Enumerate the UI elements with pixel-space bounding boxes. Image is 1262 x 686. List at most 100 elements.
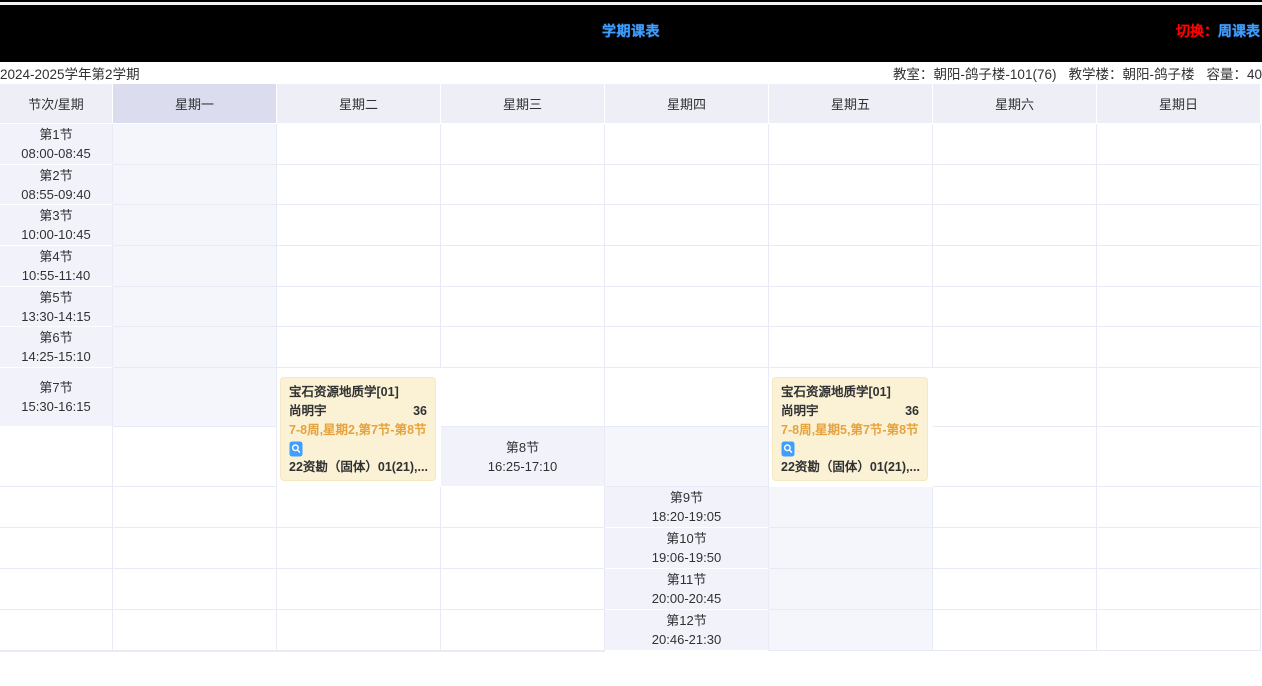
cell-day3-period11 xyxy=(1097,569,1261,610)
cell-day6-period4 xyxy=(933,246,1097,287)
period-name: 第3节 xyxy=(39,206,72,225)
cell-day1-period8 xyxy=(605,427,769,487)
cell-day5-period2 xyxy=(769,165,933,206)
cell-day7-period9 xyxy=(441,528,605,569)
period-label-7: 第7节15:30-16:15 xyxy=(0,368,113,427)
cell-day7-period7 xyxy=(113,427,277,487)
course-schedule: 7-8周,星期5,第7节-第8节 xyxy=(781,421,919,440)
day-header-6: 星期六 xyxy=(933,84,1097,124)
cell-day7-period4 xyxy=(1097,246,1261,287)
capacity-label: 容量： xyxy=(1206,67,1247,82)
cell-day5-period9 xyxy=(113,528,277,569)
cell-day3-period4 xyxy=(441,246,605,287)
cell-day3-period6 xyxy=(441,327,605,368)
cell-day7-period8 xyxy=(441,487,605,528)
timetable-grid: 节次/星期星期一星期二星期三星期四星期五星期六星期日第1节08:00-08:45… xyxy=(0,84,1261,652)
cell-day4-period10 xyxy=(0,569,113,610)
cell-day3-period5 xyxy=(441,287,605,328)
day-header-3: 星期三 xyxy=(441,84,605,124)
cell-day5-period10 xyxy=(113,569,277,610)
course-meta: 尚明宇36 xyxy=(781,402,919,421)
cell-day2-period11 xyxy=(933,569,1097,610)
period-label-4: 第4节10:55-11:40 xyxy=(0,246,113,287)
cell-day2-period12 xyxy=(933,610,1097,651)
course-name: 宝石资源地质学[01] xyxy=(289,383,427,402)
cell-day1-period12 xyxy=(769,610,933,651)
cell-day2-period2 xyxy=(277,165,441,206)
building-field: 教学楼：朝阳-鸽子楼 xyxy=(1068,63,1194,83)
cell-day2-period4 xyxy=(277,246,441,287)
switch-to-week-view-link[interactable]: 周课表 xyxy=(1218,21,1260,41)
period-label-11: 第11节20:00-20:45 xyxy=(605,569,769,610)
cell-day1-period7 xyxy=(113,368,277,427)
course-teacher: 尚明宇 xyxy=(289,402,327,421)
cell-day3-period12 xyxy=(1097,610,1261,651)
period-label-2: 第2节08:55-09:40 xyxy=(0,165,113,206)
course-card[interactable]: 宝石资源地质学[01]尚明宇367-8周,星期5,第7节-第8节22资勘（固体）… xyxy=(772,377,928,481)
cell-day2-period1 xyxy=(277,124,441,165)
cell-day6-period5 xyxy=(933,287,1097,328)
cell-day6-period10 xyxy=(277,569,441,610)
period-name: 第1节 xyxy=(39,125,72,144)
period-time: 13:30-14:15 xyxy=(21,307,90,326)
period-label-5: 第5节13:30-14:15 xyxy=(0,287,113,328)
capacity-value: 40 xyxy=(1247,67,1262,82)
cell-day7-period5 xyxy=(1097,287,1261,328)
cell-day1-period6 xyxy=(113,327,277,368)
cell-day5-period1 xyxy=(769,124,933,165)
cell-day6-period2 xyxy=(933,165,1097,206)
period-label-10: 第10节19:06-19:50 xyxy=(605,528,769,569)
cell-day2-period3 xyxy=(277,205,441,246)
cell-day4-period7 xyxy=(933,368,1097,427)
course-detail-icon[interactable] xyxy=(289,440,427,458)
top-bar: 学期课表 切换： 周课表 xyxy=(0,0,1262,62)
switch-label: 切换： xyxy=(1176,21,1218,41)
file-search-icon xyxy=(289,441,303,457)
cell-day6-period8 xyxy=(277,487,441,528)
room-value: 朝阳-鸽子楼-101(76) xyxy=(933,67,1056,82)
course-card[interactable]: 宝石资源地质学[01]尚明宇367-8周,星期2,第7节-第8节22资勘（固体）… xyxy=(280,377,436,481)
cell-day6-period9 xyxy=(277,528,441,569)
period-time: 14:25-15:10 xyxy=(21,347,90,366)
cell-day2-period10 xyxy=(933,528,1097,569)
course-schedule: 7-8周,星期2,第7节-第8节 xyxy=(289,421,427,440)
course-detail-icon[interactable] xyxy=(781,440,919,458)
building-label: 教学楼： xyxy=(1068,67,1122,82)
cell-day7-period12 xyxy=(441,651,605,652)
course-name: 宝石资源地质学[01] xyxy=(781,383,919,402)
course-meta: 尚明宇36 xyxy=(289,402,427,421)
period-time: 08:00-08:45 xyxy=(21,144,90,163)
cell-day6-period7 xyxy=(0,427,113,487)
cell-day5-period3 xyxy=(769,205,933,246)
cell-day4-period2 xyxy=(605,165,769,206)
cell-day5-period6 xyxy=(769,327,933,368)
period-time: 10:55-11:40 xyxy=(22,266,90,285)
cell-day1-period9 xyxy=(769,487,933,528)
page-title: 学期课表 xyxy=(0,0,1262,62)
period-name: 第2节 xyxy=(39,166,72,185)
cell-day3-period8 xyxy=(1097,427,1261,487)
cell-day5-period11 xyxy=(113,610,277,651)
cell-day7-period3 xyxy=(1097,205,1261,246)
cell-day3-period7 xyxy=(605,368,769,427)
cell-day6-period1 xyxy=(933,124,1097,165)
cell-day5-period8 xyxy=(113,487,277,528)
course-student-count: 36 xyxy=(905,402,919,421)
cell-day6-period12 xyxy=(277,651,441,652)
file-search-icon xyxy=(781,441,795,457)
period-name: 第12节 xyxy=(666,611,706,630)
period-time: 19:06-19:50 xyxy=(652,548,721,567)
cell-day5-period4 xyxy=(769,246,933,287)
cell-day3-period3 xyxy=(441,205,605,246)
room-field: 教室：朝阳-鸽子楼-101(76) xyxy=(893,63,1057,83)
semester-title: 2024-2025学年第2学期 xyxy=(0,63,140,83)
period-label-8: 第8节16:25-17:10 xyxy=(441,427,605,487)
period-time: 16:25-17:10 xyxy=(488,457,557,476)
cell-day7-period10 xyxy=(441,569,605,610)
room-info: 教室：朝阳-鸽子楼-101(76) 教学楼：朝阳-鸽子楼 容量：40 xyxy=(893,63,1262,83)
cell-day4-period6 xyxy=(605,327,769,368)
cell-day1-period5 xyxy=(113,287,277,328)
cell-day2-period6 xyxy=(277,327,441,368)
period-time: 08:55-09:40 xyxy=(21,185,90,204)
building-value: 朝阳-鸽子楼 xyxy=(1122,67,1194,82)
